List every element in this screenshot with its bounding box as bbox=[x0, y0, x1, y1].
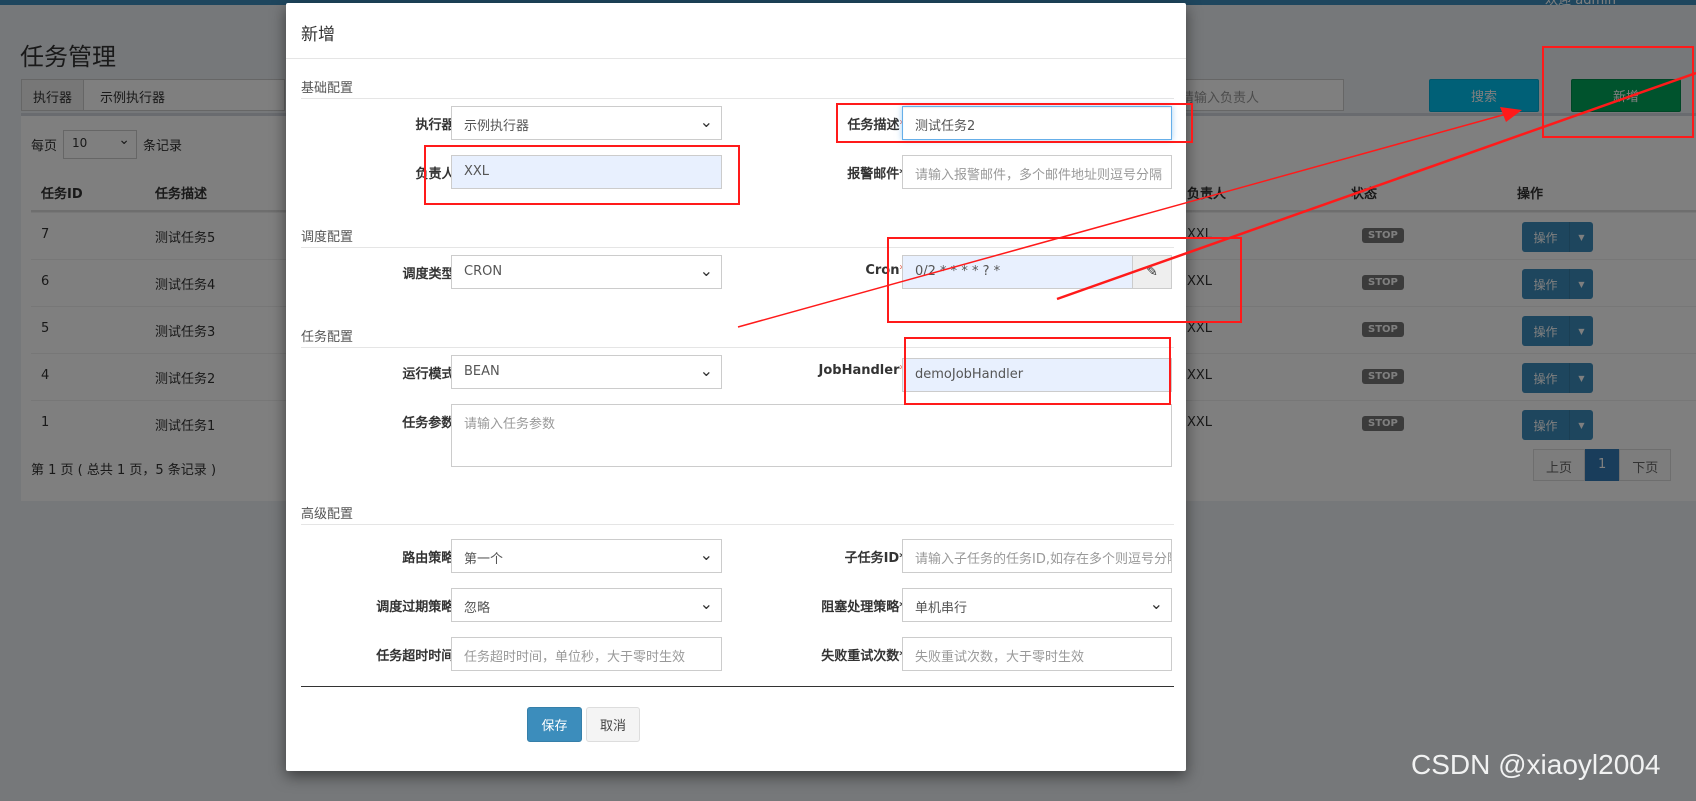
watermark-text: CSDN @xiaoyl2004 bbox=[1411, 749, 1661, 780]
annotation-arrows bbox=[737, 71, 1696, 328]
annotation-arrow-line bbox=[737, 112, 1511, 328]
annotation-arrowhead bbox=[1500, 107, 1522, 122]
annotation-arrow-line bbox=[1056, 71, 1696, 301]
